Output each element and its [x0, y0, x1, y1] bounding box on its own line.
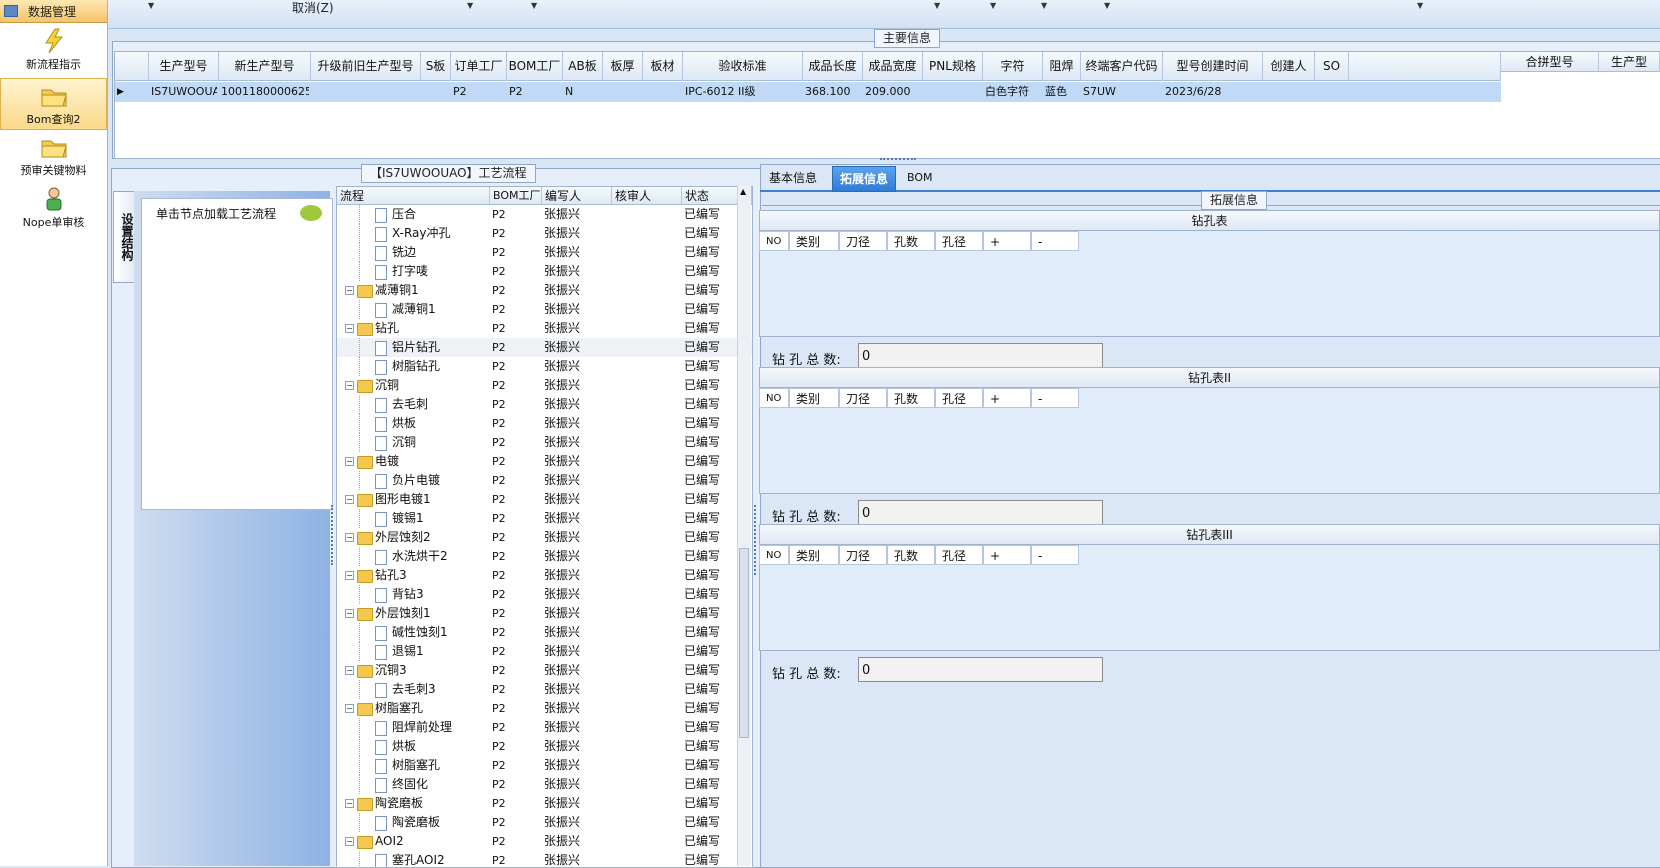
drill-column-header: 类别 [789, 231, 839, 251]
drill-column-header[interactable]: - [1031, 231, 1079, 251]
drill-total-label: 钻 孔 总 数: [772, 667, 841, 682]
drill-table-title: 钻孔表 [759, 210, 1660, 231]
drill-column-header: 孔数 [887, 231, 935, 251]
drill-column-header: NO [759, 231, 789, 251]
drill-total-label: 钻 孔 总 数: [772, 510, 841, 525]
drill-table-title: 钻孔表II [759, 367, 1660, 388]
drill-column-header: 孔径 [935, 231, 983, 251]
drill-tables: 钻孔表 NO 类别 刀径 孔数 孔径 + - 钻 孔 总 数: 0 钻孔表II NO 类别 刀径 孔数 孔径 +… [0, 0, 1660, 866]
drill-column-header: 孔数 [887, 545, 935, 565]
drill-column-header[interactable]: - [1031, 388, 1079, 408]
drill-column-header: 刀径 [839, 545, 887, 565]
drill-column-header: 孔数 [887, 388, 935, 408]
drill-column-header: 孔径 [935, 545, 983, 565]
drill-total-field[interactable]: 0 [858, 500, 1103, 525]
drill-total-label: 钻 孔 总 数: [772, 353, 841, 368]
drill-column-header[interactable]: - [1031, 545, 1079, 565]
drill-column-header: 刀径 [839, 231, 887, 251]
drill-column-header[interactable]: + [983, 231, 1031, 251]
drill-total-field[interactable]: 0 [858, 343, 1103, 368]
drill-table-title: 钻孔表III [759, 524, 1660, 545]
drill-column-header[interactable]: + [983, 388, 1031, 408]
drill-total-field[interactable]: 0 [858, 657, 1103, 682]
drill-column-header: 刀径 [839, 388, 887, 408]
drill-column-header: 类别 [789, 545, 839, 565]
drill-column-header[interactable]: + [983, 545, 1031, 565]
drill-column-header: NO [759, 545, 789, 565]
drill-column-header: 类别 [789, 388, 839, 408]
drill-column-header: 孔径 [935, 388, 983, 408]
drill-column-header: NO [759, 388, 789, 408]
